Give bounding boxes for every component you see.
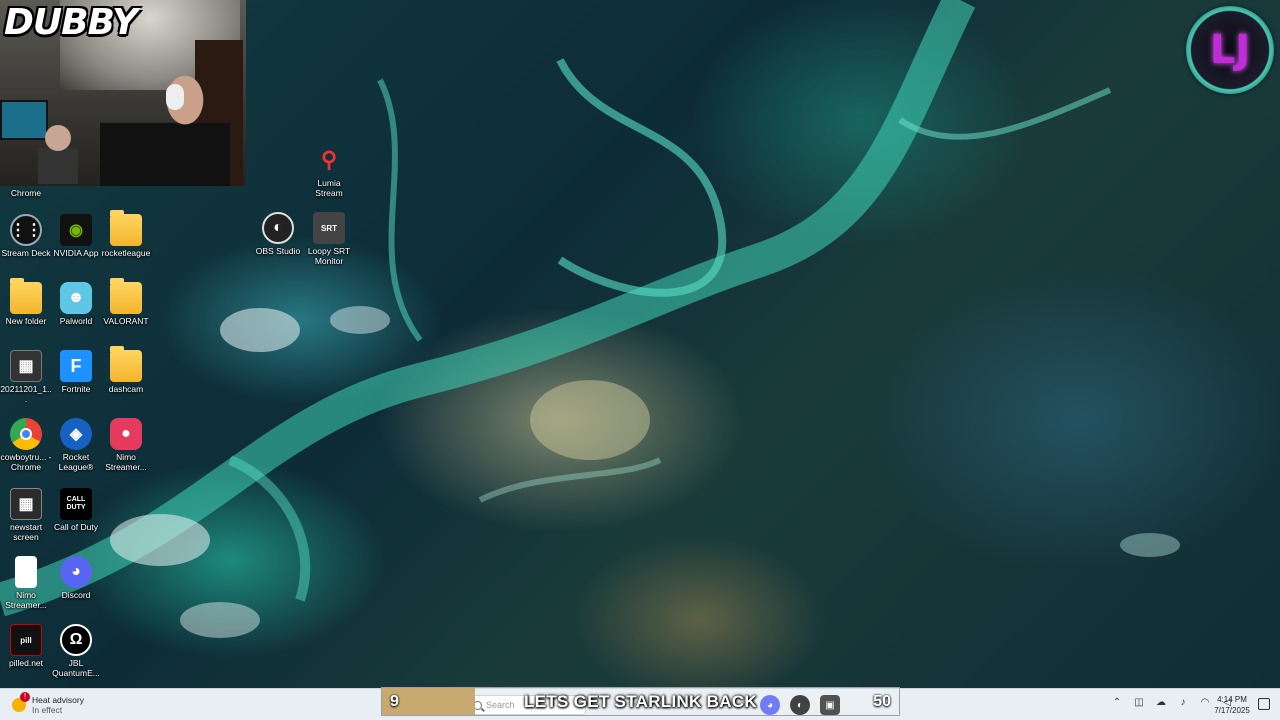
desktop-icon-discord[interactable]: ◕ Discord — [50, 556, 102, 600]
icon-label: Palworld — [59, 316, 93, 326]
stream-deck-icon: ⋮⋮ — [10, 214, 42, 246]
icon-label: Rocket League® — [58, 452, 94, 472]
icon-label: Fortnite — [61, 384, 91, 394]
desktop-icon-jbl-quantum[interactable]: Ω JBL QuantumE... — [50, 624, 102, 678]
pilled-icon: pill — [10, 624, 42, 656]
icon-label: New folder — [5, 316, 47, 326]
call-of-duty-icon: CALL DUTY — [60, 488, 92, 520]
headset-icon — [166, 84, 184, 110]
desktop-icon-dashcam-folder[interactable]: dashcam — [100, 346, 152, 394]
chevron-up-icon[interactable]: ⌃ — [1110, 696, 1124, 710]
image-file-icon: ▦ — [10, 488, 42, 520]
icon-label: Lumia Stream — [315, 178, 343, 198]
stream-goal-bar: 9 LETS GET STARLINK BACK 50 — [381, 687, 900, 716]
icon-label: Nimo Streamer... — [5, 590, 47, 610]
network-icon[interactable]: ◫ — [1132, 696, 1146, 710]
folder-icon — [110, 278, 142, 314]
clock-time: 4:14 PM — [1217, 695, 1247, 704]
desktop-icon-stream-deck[interactable]: ⋮⋮ Stream Deck — [0, 214, 52, 258]
goal-target-value: 50 — [873, 693, 891, 710]
microphone-icon[interactable]: ♪ — [1176, 696, 1190, 710]
weather-widget[interactable]: Heat advisory In effect — [12, 692, 84, 717]
nvidia-icon: ◉ — [60, 214, 92, 246]
desktop-icon-fortnite[interactable]: F Fortnite — [50, 350, 102, 394]
webcam-streamer — [100, 70, 230, 186]
chrome-icon — [10, 168, 42, 186]
goal-title: LETS GET STARLINK BACK — [524, 692, 757, 711]
jbl-icon: Ω — [60, 624, 92, 656]
channel-logo: LJ — [1186, 6, 1274, 94]
desktop-icon-rocket-league[interactable]: ◈ Rocket League® — [50, 418, 102, 472]
notification-icon[interactable] — [1258, 698, 1270, 710]
icon-label: Nimo Streamer... — [105, 452, 147, 472]
desktop-icon-pilled-net[interactable]: pill pilled.net — [0, 624, 52, 668]
icon-label: NVIDIA App — [53, 248, 99, 258]
taskbar-clock[interactable]: 4:14 PM 7/17/2025 — [1210, 694, 1254, 716]
fortnite-icon: F — [60, 350, 92, 382]
icon-label: pilled.net — [8, 658, 44, 668]
icon-label: newstart screen — [9, 522, 43, 542]
desktop-icon-chrome-top[interactable]: Chrome — [0, 168, 52, 198]
nimo-icon: ● — [110, 418, 142, 450]
srt-icon: SRT — [313, 212, 345, 244]
cloud-icon[interactable]: ☁ — [1154, 696, 1168, 710]
weather-alert-icon — [12, 692, 30, 712]
chrome-icon — [10, 418, 42, 450]
icon-label: Loopy SRT Monitor — [307, 246, 351, 266]
icon-label: cowboytru... - Chrome — [0, 452, 52, 472]
discord-icon: ◕ — [60, 556, 92, 588]
weather-title: Heat advisory — [32, 695, 84, 705]
icon-label: rocketleague — [101, 248, 151, 258]
icon-label: Chrome — [10, 188, 42, 198]
file-icon — [15, 556, 37, 588]
desktop-icon-screenshot-2021[interactable]: ▦ 20211201_1... — [0, 350, 52, 404]
icon-label: VALORANT — [103, 316, 149, 326]
desktop-icon-nvidia[interactable]: ◉ NVIDIA App — [50, 214, 102, 258]
palworld-icon: ☻ — [60, 282, 92, 314]
desktop-icon-nimo-streamer-2[interactable]: Nimo Streamer... — [0, 556, 52, 610]
obs-icon: ◐ — [262, 212, 294, 244]
icon-label: Stream Deck — [1, 248, 51, 258]
folder-icon — [110, 210, 142, 246]
desktop-icon-call-of-duty[interactable]: CALL DUTY Call of Duty — [50, 488, 102, 532]
weather-subtitle: In effect — [32, 705, 63, 715]
folder-icon — [10, 278, 42, 314]
desktop-icon-rocketleague-folder[interactable]: rocketleague — [100, 210, 152, 258]
desktop-icon-cowboytru-chrome[interactable]: cowboytru... - Chrome — [0, 418, 52, 472]
desktop-icon-nimo-streamer-1[interactable]: ● Nimo Streamer... — [100, 418, 152, 472]
desktop-icon-lumia-stream[interactable]: ⚲ Lumia Stream — [303, 144, 355, 198]
icon-label: dashcam — [108, 384, 144, 394]
folder-icon — [110, 346, 142, 382]
desktop-icon-newstart-screen[interactable]: ▦ newstart screen — [0, 488, 52, 542]
icon-label: 20211201_1... — [0, 384, 52, 404]
image-file-icon: ▦ — [10, 350, 42, 382]
desktop-icon-obs-studio[interactable]: ◐ OBS Studio — [252, 212, 304, 256]
logo-text: LJ — [1209, 27, 1251, 73]
icon-label: Discord — [61, 590, 91, 600]
rocket-league-icon: ◈ — [60, 418, 92, 450]
icon-label: JBL QuantumE... — [52, 658, 100, 678]
clock-date: 7/17/2025 — [1214, 706, 1250, 715]
desktop-icon-valorant-folder[interactable]: VALORANT — [100, 278, 152, 326]
webcam-overlay: DUBBY — [0, 0, 246, 186]
icon-label: OBS Studio — [255, 246, 301, 256]
desktop-icon-new-folder[interactable]: New folder — [0, 278, 52, 326]
desktop-icon-palworld[interactable]: ☻ Palworld — [50, 282, 102, 326]
icon-label: Call of Duty — [54, 522, 98, 532]
streamer-name: DUBBY — [4, 2, 138, 43]
lumia-icon: ⚲ — [320, 147, 338, 172]
desktop-icon-loopy-srt[interactable]: SRT Loopy SRT Monitor — [303, 212, 355, 266]
